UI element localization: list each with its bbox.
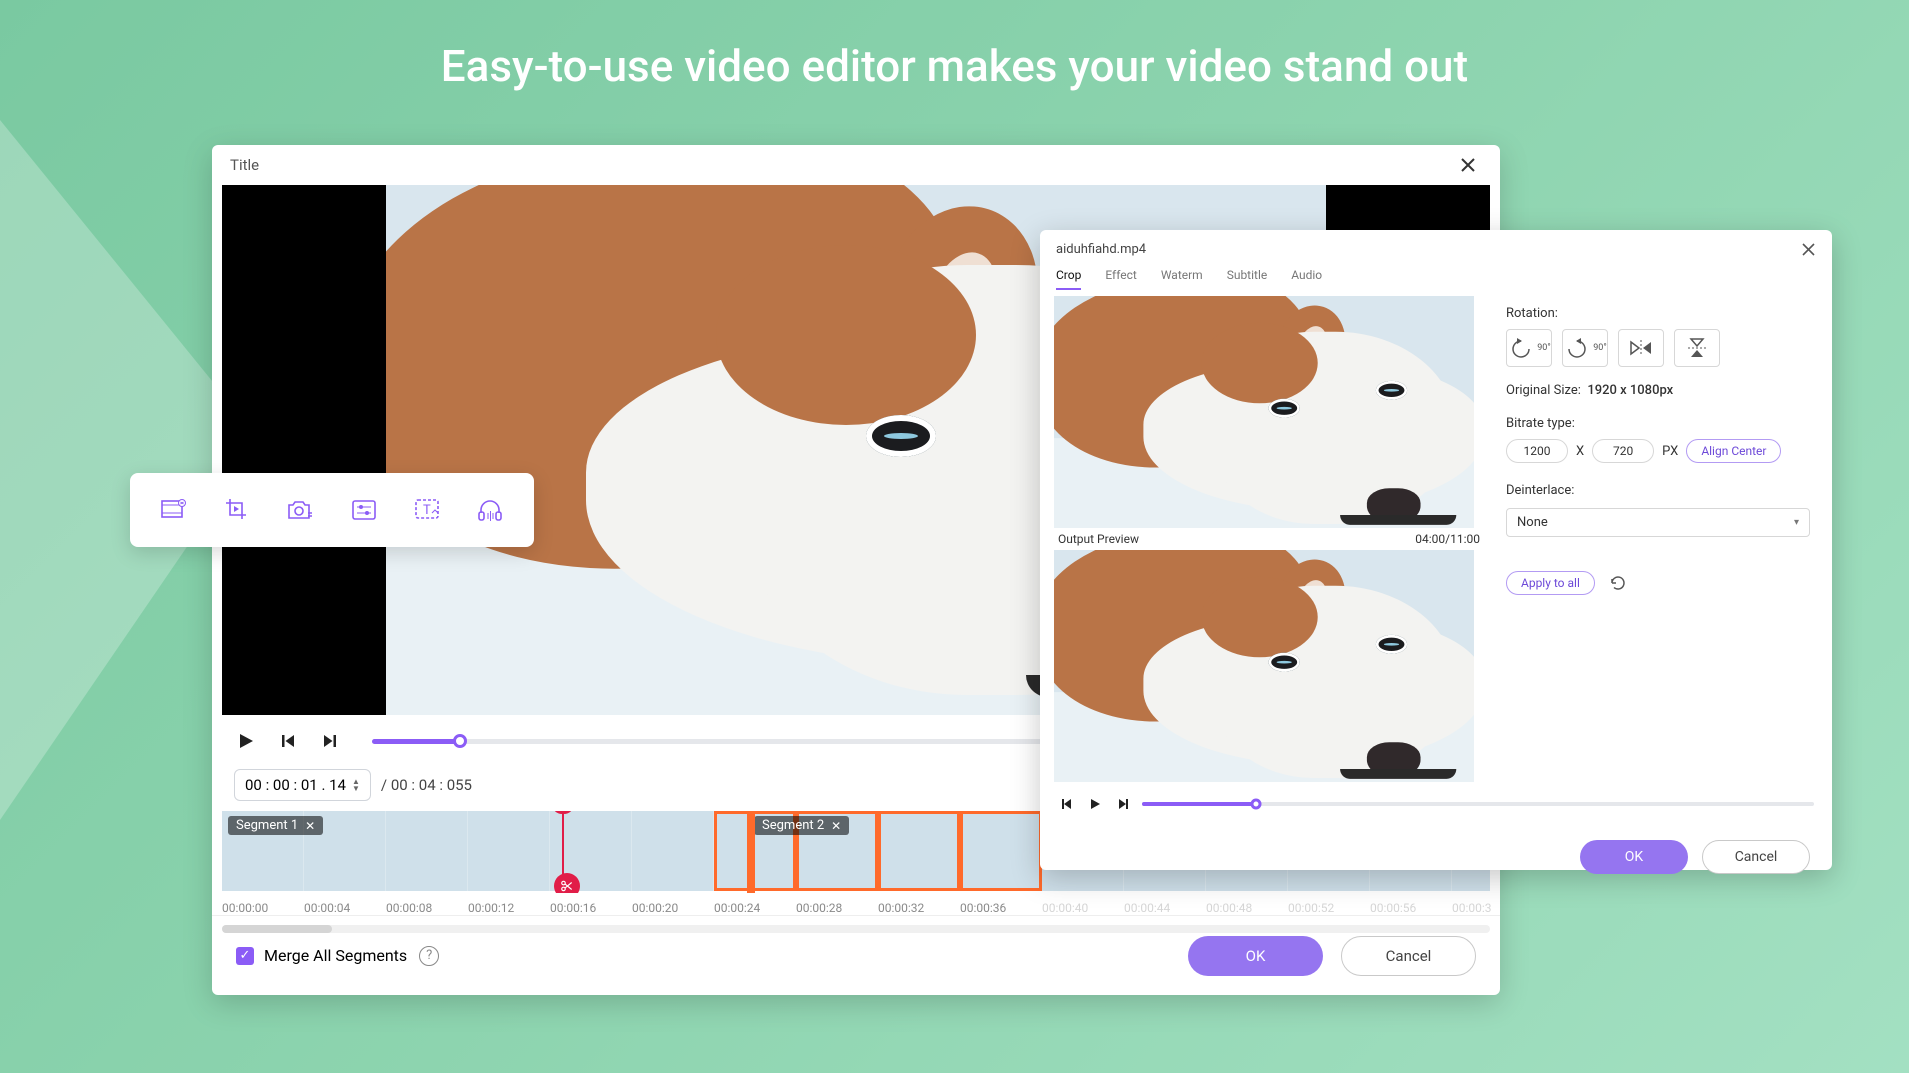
flip-v-icon — [1686, 336, 1708, 360]
rotate-ccw-icon — [1507, 337, 1535, 359]
tab-crop[interactable]: Crop — [1056, 268, 1081, 290]
skip-prev-icon — [279, 732, 297, 750]
original-size-label: Original Size: — [1506, 383, 1581, 398]
tab-audio[interactable]: Audio — [1291, 268, 1322, 290]
cancel-button[interactable]: Cancel — [1341, 936, 1476, 976]
crop-close-button[interactable] — [1801, 242, 1816, 257]
cut-marker[interactable] — [554, 873, 580, 893]
reset-crop-button[interactable] — [1609, 574, 1627, 592]
text-icon: T — [414, 498, 440, 522]
close-icon — [1801, 242, 1816, 257]
crop-prev-frame-button[interactable] — [1058, 792, 1076, 816]
segment-1-remove-icon[interactable]: ✕ — [305, 819, 315, 833]
text-tool[interactable]: T — [411, 494, 443, 526]
time-ruler: 00:00:0000:00:0400:00:0800:00:1200:00:16… — [222, 901, 1490, 915]
ok-button[interactable]: OK — [1188, 936, 1323, 976]
window-title: Title — [230, 156, 259, 174]
flip-horizontal-button[interactable] — [1618, 329, 1664, 367]
tab-subtitle[interactable]: Subtitle — [1227, 268, 1268, 290]
bitrate-width-input[interactable]: 1200 — [1506, 439, 1568, 463]
close-icon — [1459, 156, 1477, 174]
filmstrip-cut-icon — [160, 497, 188, 523]
bitrate-label: Bitrate type: — [1506, 416, 1810, 431]
tab-watermark[interactable]: Waterm — [1161, 268, 1203, 290]
tab-effect[interactable]: Effect — [1105, 268, 1137, 290]
close-button[interactable] — [1454, 151, 1482, 179]
next-button[interactable] — [318, 729, 342, 753]
timecode-stepper[interactable]: ▲▼ — [352, 778, 360, 792]
segment-1-label[interactable]: Segment 1✕ — [228, 816, 323, 835]
timeline-thumb[interactable] — [878, 811, 960, 891]
output-preview-time: 04:00/11:00 — [1415, 532, 1480, 546]
step-back-icon — [1060, 797, 1074, 811]
flip-h-icon — [1628, 338, 1654, 358]
merge-label: Merge All Segments — [264, 946, 407, 965]
segment-2-label[interactable]: Segment 2✕ — [754, 816, 849, 835]
headphones-icon — [476, 497, 504, 523]
rotation-label: Rotation: — [1506, 306, 1810, 321]
audio-tool[interactable] — [474, 494, 506, 526]
prev-button[interactable] — [276, 729, 300, 753]
apply-to-all-button[interactable]: Apply to all — [1506, 571, 1595, 595]
crop-output-preview — [1054, 550, 1474, 782]
adjust-tool[interactable] — [348, 494, 380, 526]
rotate-cw-icon — [1563, 337, 1591, 359]
timecode-total: / 00 : 04 : 055 — [381, 776, 472, 794]
timeline-thumb[interactable] — [960, 811, 1042, 891]
play-icon — [236, 731, 256, 751]
timecode-current: 00 : 00 : 01 . 14 — [245, 776, 346, 794]
output-preview-label: Output Preview — [1058, 532, 1139, 546]
tool-palette: T — [130, 473, 534, 547]
crop-next-frame-button[interactable] — [1114, 792, 1132, 816]
play-button[interactable] — [234, 729, 258, 753]
skip-next-icon — [321, 732, 339, 750]
help-icon[interactable]: ? — [419, 946, 439, 966]
segment-2-remove-icon[interactable]: ✕ — [831, 819, 841, 833]
rotate-ccw-button[interactable]: 90° — [1506, 329, 1552, 367]
snapshot-tool[interactable] — [284, 494, 316, 526]
crop-window: aiduhfiahd.mp4 Crop Effect Waterm Subtit… — [1040, 230, 1832, 870]
crop-icon — [224, 497, 250, 523]
crop-ok-button[interactable]: OK — [1580, 840, 1688, 874]
refresh-icon — [1609, 574, 1627, 592]
play-icon — [1088, 797, 1102, 811]
flip-vertical-button[interactable] — [1674, 329, 1720, 367]
svg-text:T: T — [423, 503, 431, 518]
deinterlace-label: Deinterlace: — [1506, 483, 1810, 498]
crop-seek-slider[interactable] — [1142, 802, 1814, 806]
sliders-icon — [351, 499, 377, 521]
deinterlace-select[interactable]: None ▾ — [1506, 508, 1810, 537]
camera-icon — [286, 498, 314, 522]
timeline-thumb[interactable] — [386, 811, 468, 891]
crop-cancel-button[interactable]: Cancel — [1702, 840, 1810, 874]
crop-play-button[interactable] — [1086, 792, 1104, 816]
timeline-thumb[interactable] — [632, 811, 714, 891]
bitrate-height-input[interactable]: 720 — [1592, 439, 1654, 463]
timecode-input[interactable]: 00 : 00 : 01 . 14 ▲▼ — [234, 769, 371, 801]
promo-headline: Easy-to-use video editor makes your vide… — [0, 40, 1909, 92]
merge-checkbox[interactable]: ✓ — [236, 947, 254, 965]
trim-tool[interactable] — [158, 494, 190, 526]
rotate-cw-button[interactable]: 90° — [1562, 329, 1608, 367]
original-size-value: 1920 x 1080px — [1587, 383, 1673, 398]
crop-source-preview[interactable] — [1054, 296, 1474, 528]
crop-tool[interactable] — [221, 494, 253, 526]
align-center-button[interactable]: Align Center — [1686, 439, 1781, 463]
scissors-icon — [560, 879, 574, 893]
bitrate-x: X — [1576, 444, 1584, 459]
chevron-down-icon: ▾ — [1794, 517, 1799, 528]
step-forward-icon — [1116, 797, 1130, 811]
crop-filename: aiduhfiahd.mp4 — [1056, 242, 1146, 257]
timeline-thumb[interactable] — [468, 811, 550, 891]
bitrate-px: PX — [1662, 444, 1678, 459]
